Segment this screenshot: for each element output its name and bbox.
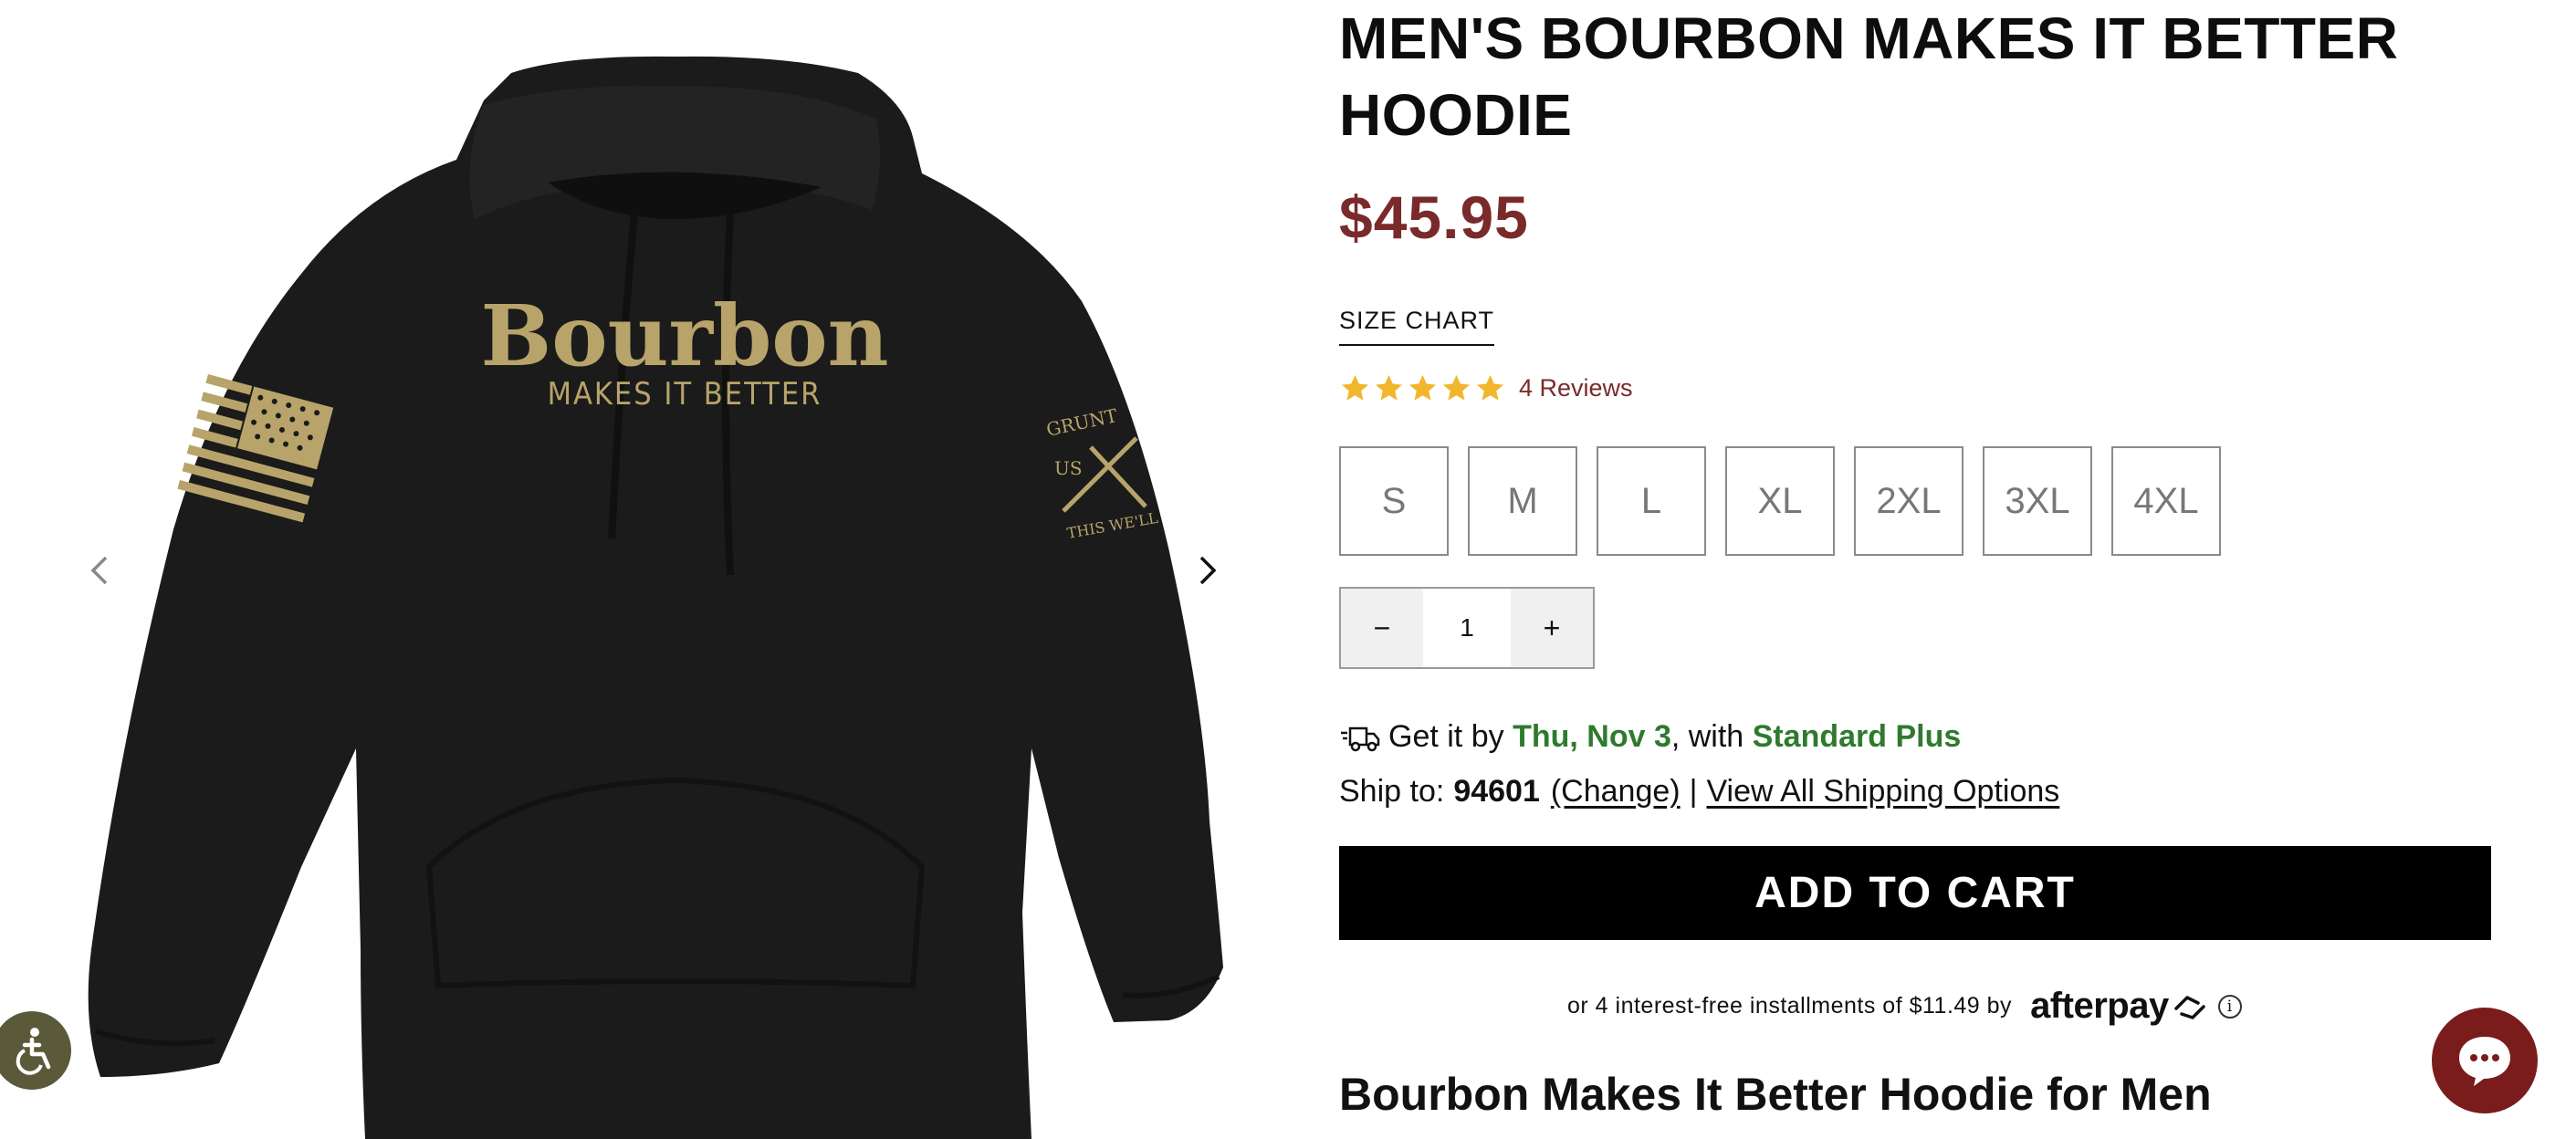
size-chart-link[interactable]: SIZE CHART (1339, 307, 1495, 346)
star-icon (1476, 374, 1504, 401)
truck-icon (1341, 726, 1380, 751)
quantity-input[interactable] (1423, 589, 1511, 667)
size-option-s[interactable]: S (1339, 446, 1449, 556)
gallery-next-button[interactable] (1179, 543, 1234, 598)
chevron-left-icon (90, 556, 108, 585)
reviews-link[interactable]: 4 Reviews (1519, 374, 1633, 402)
afterpay-logo: afterpay (2030, 986, 2209, 1027)
with-text: , with (1670, 719, 1744, 754)
ship-separator: | (1689, 774, 1698, 809)
info-icon[interactable]: i (2217, 994, 2242, 1019)
star-icon (1442, 374, 1471, 401)
star-icon (1375, 374, 1403, 401)
print-main-text: Bourbon (480, 287, 888, 385)
size-option-4xl[interactable]: 4XL (2111, 446, 2221, 556)
size-option-l[interactable]: L (1597, 446, 1706, 556)
afterpay-row: or 4 interest-free installments of $11.4… (1567, 986, 2242, 1027)
delivery-date: Thu, Nov 3 (1513, 719, 1671, 754)
ship-zip: 94601 (1453, 774, 1540, 809)
product-title: MEN'S BOURBON MAKES IT BETTER HOODIE (1339, 5, 2399, 148)
rating-row: 4 Reviews (1339, 372, 1633, 404)
product-price: $45.95 (1339, 183, 1529, 251)
star-icon (1341, 374, 1369, 401)
ship-to-row: Ship to: 94601 (Change) | View All Shipp… (1339, 774, 2059, 810)
add-to-cart-button[interactable]: ADD TO CART (1339, 846, 2491, 940)
size-option-xl[interactable]: XL (1725, 446, 1835, 556)
star-rating[interactable] (1339, 372, 1506, 404)
star-icon (1408, 374, 1437, 401)
afterpay-text: or 4 interest-free installments of $11.4… (1567, 993, 2013, 1019)
get-it-by-text: Get it by (1388, 719, 1504, 754)
description-heading: Bourbon Makes It Better Hoodie for Men (1339, 1069, 2212, 1120)
print-sub-text: MAKES IT BETTER (548, 376, 822, 413)
afterpay-arrows-icon (2173, 995, 2205, 1019)
chat-bubble-icon (2459, 1037, 2510, 1086)
shipping-method: Standard Plus (1752, 719, 1962, 754)
change-zip-link[interactable]: (Change) (1551, 774, 1681, 810)
accessibility-icon (16, 1028, 51, 1075)
product-gallery: Bourbon MAKES IT BETTER GRUNT US THIS WE (0, 0, 1296, 1139)
size-option-3xl[interactable]: 3XL (1983, 446, 2092, 556)
delivery-estimate: Get it by Thu, Nov 3, with Standard Plus (1339, 719, 1961, 755)
view-shipping-options-link[interactable]: View All Shipping Options (1706, 774, 2059, 810)
chevron-right-icon (1199, 556, 1217, 585)
ship-to-label: Ship to: (1339, 774, 1445, 809)
quantity-decrease-button[interactable]: − (1341, 589, 1423, 667)
quantity-stepper: − + (1339, 587, 1595, 669)
svg-text:US: US (1054, 457, 1083, 479)
size-option-2xl[interactable]: 2XL (1854, 446, 1963, 556)
product-image: Bourbon MAKES IT BETTER GRUNT US THIS WE (88, 56, 1224, 1139)
chat-button[interactable] (2432, 1008, 2538, 1113)
size-selector: S M L XL 2XL 3XL 4XL (1339, 446, 2221, 556)
gallery-prev-button[interactable] (73, 543, 128, 598)
size-option-m[interactable]: M (1468, 446, 1577, 556)
quantity-increase-button[interactable]: + (1511, 589, 1593, 667)
